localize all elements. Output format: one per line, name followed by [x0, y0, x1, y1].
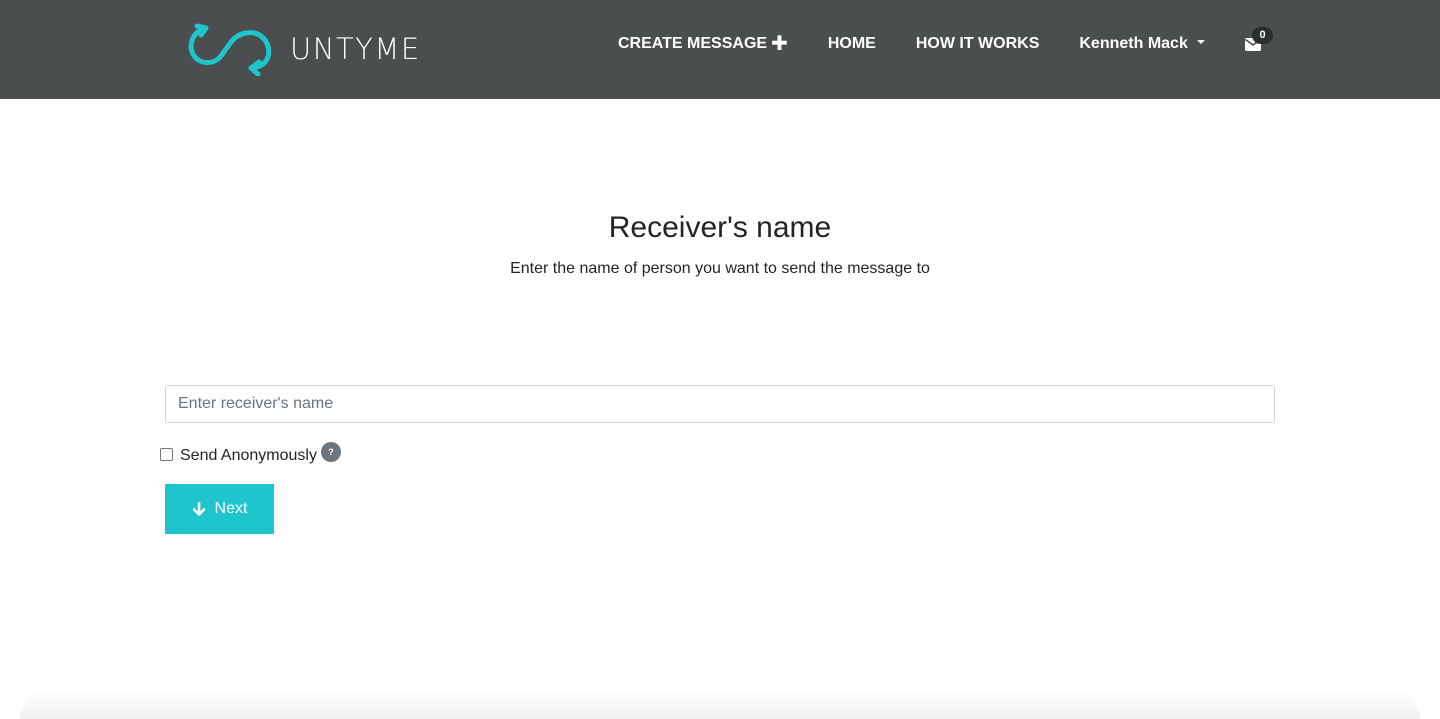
nav-home[interactable]: HOME	[828, 35, 876, 53]
user-menu-toggle[interactable]: Kenneth Mack	[1079, 35, 1205, 53]
main-nav: CREATE MESSAGE ✚ HOME HOW IT WORKS Kenne…	[618, 33, 1261, 55]
loop-arrows-icon	[188, 23, 272, 76]
footer-shadow	[20, 690, 1420, 719]
question-icon[interactable]: ?	[320, 442, 341, 462]
next-button-label: Next	[214, 500, 248, 517]
brand-name: UNTYME	[290, 32, 421, 66]
receiver-name-input[interactable]	[165, 385, 1275, 423]
caret-down-icon	[1196, 40, 1205, 44]
arrow-down-icon	[192, 502, 205, 516]
plus-icon: ✚	[771, 33, 788, 55]
send-anonymously-checkbox[interactable]	[160, 447, 173, 461]
mail-count-badge: 0	[1252, 27, 1273, 44]
brand-logo[interactable]: UNTYME	[187, 22, 421, 76]
page-title: Receiver's name	[608, 211, 832, 244]
user-name: Kenneth Mack	[1079, 35, 1188, 52]
nav-how-it-works[interactable]: HOW IT WORKS	[916, 35, 1040, 53]
nav-create-message-label: CREATE MESSAGE	[618, 35, 768, 52]
anonymous-row: Send Anonymously ?	[160, 442, 341, 465]
page-subtitle: Enter the name of person you want to sen…	[510, 260, 930, 277]
next-button[interactable]: Next	[165, 484, 274, 534]
nav-create-message[interactable]: CREATE MESSAGE ✚	[618, 33, 788, 55]
send-anonymously-label[interactable]: Send Anonymously	[180, 447, 317, 465]
top-navbar: UNTYME CREATE MESSAGE ✚ HOME HOW IT WORK…	[0, 0, 1440, 99]
